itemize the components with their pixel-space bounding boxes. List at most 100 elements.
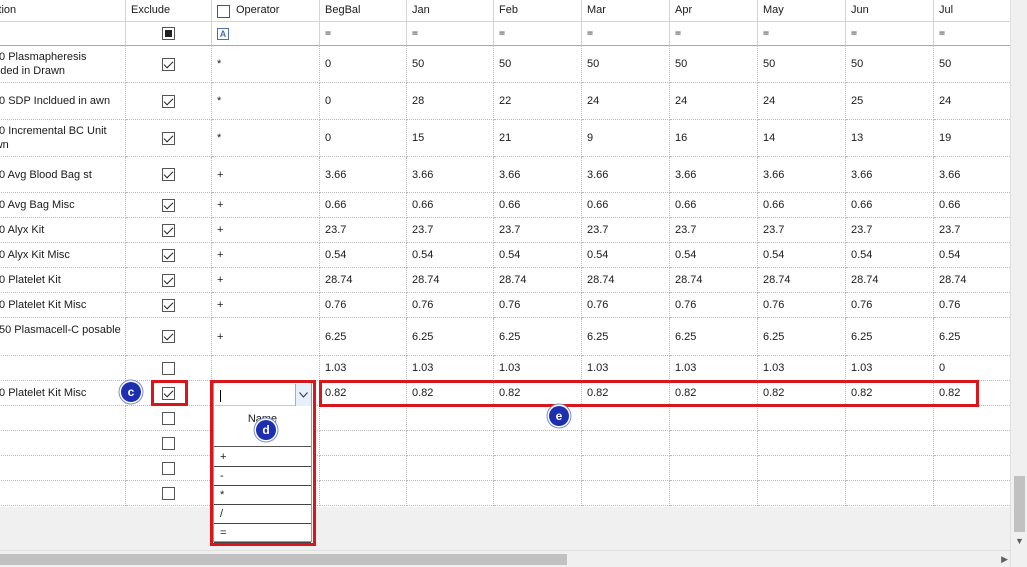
- table-row[interactable]: t 1.03 1.03 1.03 1.03 1.03 1.03 1.03 0: [0, 356, 1010, 381]
- equals-filter-icon[interactable]: =: [675, 28, 681, 39]
- operator-cell[interactable]: *: [212, 120, 320, 157]
- exclude-cell[interactable]: [126, 406, 212, 431]
- value-cell-apr[interactable]: 50: [670, 46, 758, 83]
- empty-cell[interactable]: [494, 406, 582, 431]
- filter-cell-jan[interactable]: =: [407, 22, 494, 46]
- value-cell-may[interactable]: 3.66: [758, 157, 846, 193]
- value-cell-jun[interactable]: 25: [846, 83, 934, 120]
- value-cell-feb[interactable]: 0.54: [494, 243, 582, 268]
- description-cell[interactable]: t: [0, 356, 126, 381]
- empty-cell[interactable]: [846, 481, 934, 506]
- exclude-cell[interactable]: [126, 356, 212, 381]
- empty-cell[interactable]: [934, 431, 1010, 456]
- table-row[interactable]: 0-350 SDP Incldued in awn * 0 28 22 24 24 24 25 2…: [0, 83, 1010, 120]
- value-cell-jan[interactable]: 23.7: [407, 218, 494, 243]
- value-cell-jun[interactable]: 3.66: [846, 157, 934, 193]
- equals-filter-icon[interactable]: =: [851, 28, 857, 39]
- value-cell-jan[interactable]: 3.66: [407, 157, 494, 193]
- column-header-jul[interactable]: Jul: [934, 0, 1010, 22]
- value-cell-apr[interactable]: 6.25: [670, 318, 758, 356]
- empty-cell[interactable]: [0, 481, 126, 506]
- table-row[interactable]: 0-350 Alyx Kit Misc +0.54 0.54 0.54 0.54 0.54…: [0, 243, 1010, 268]
- value-cell-apr[interactable]: 3.66: [670, 157, 758, 193]
- operator-cell[interactable]: +: [212, 318, 320, 356]
- exclude-checkbox[interactable]: [162, 57, 175, 71]
- value-cell-begbal[interactable]: 0.66: [320, 193, 407, 218]
- column-header-operator[interactable]: Operator: [212, 0, 320, 22]
- value-cell-feb[interactable]: 0.82: [494, 381, 582, 406]
- table-row[interactable]: 0-350 Platelet Kit +28.74 28.74 28.74 28.74 2…: [0, 268, 1010, 293]
- empty-cell[interactable]: [758, 481, 846, 506]
- scroll-down-arrow-icon[interactable]: ▼: [1015, 536, 1024, 546]
- value-cell-begbal[interactable]: 28.74: [320, 268, 407, 293]
- value-cell-mar[interactable]: 50: [582, 46, 670, 83]
- empty-cell[interactable]: [582, 481, 670, 506]
- value-cell-jan[interactable]: 0.54: [407, 243, 494, 268]
- value-cell-may[interactable]: 6.25: [758, 318, 846, 356]
- empty-cell[interactable]: [670, 431, 758, 456]
- column-header-description[interactable]: umption: [0, 0, 126, 22]
- description-cell[interactable]: 0-350 Platelet Kit: [0, 268, 126, 293]
- value-cell-may[interactable]: 50: [758, 46, 846, 83]
- operator-dropdown[interactable]: Name + - * / =: [213, 382, 312, 543]
- equals-filter-icon[interactable]: =: [412, 28, 418, 39]
- value-cell-apr[interactable]: 24: [670, 83, 758, 120]
- description-cell[interactable]: 0-350 Platelet Kit Misc: [0, 293, 126, 318]
- value-cell-jan[interactable]: 28.74: [407, 268, 494, 293]
- description-cell[interactable]: 0-350 SDP Incldued in awn: [0, 83, 126, 120]
- operator-cell[interactable]: +: [212, 243, 320, 268]
- value-cell-jul[interactable]: 19: [934, 120, 1010, 157]
- exclude-cell[interactable]: [126, 318, 212, 356]
- exclude-cell[interactable]: [126, 218, 212, 243]
- value-cell-may[interactable]: 23.7: [758, 218, 846, 243]
- value-cell-mar[interactable]: 6.25: [582, 318, 670, 356]
- dropdown-option[interactable]: =: [214, 524, 311, 543]
- column-header-exclude[interactable]: Exclude: [126, 0, 212, 22]
- filter-cell-description[interactable]: [0, 22, 126, 46]
- value-cell-mar[interactable]: 0.76: [582, 293, 670, 318]
- value-cell-mar[interactable]: 0.66: [582, 193, 670, 218]
- exclude-checkbox[interactable]: [162, 411, 175, 425]
- value-cell-mar[interactable]: 0.54: [582, 243, 670, 268]
- value-cell-jul[interactable]: 24: [934, 83, 1010, 120]
- column-header-may[interactable]: May: [758, 0, 846, 22]
- empty-cell[interactable]: [320, 481, 407, 506]
- operator-cell[interactable]: +: [212, 157, 320, 193]
- exclude-cell[interactable]: [126, 268, 212, 293]
- value-cell-jul[interactable]: 23.7: [934, 218, 1010, 243]
- exclude-checkbox[interactable]: [162, 330, 175, 343]
- empty-cell[interactable]: [846, 406, 934, 431]
- value-cell-feb[interactable]: 0.66: [494, 193, 582, 218]
- exclude-cell[interactable]: [126, 481, 212, 506]
- value-cell-jan[interactable]: 1.03: [407, 356, 494, 381]
- value-cell-apr[interactable]: 23.7: [670, 218, 758, 243]
- value-cell-begbal[interactable]: 3.66: [320, 157, 407, 193]
- exclude-cell[interactable]: [126, 120, 212, 157]
- value-cell-jul[interactable]: 28.74: [934, 268, 1010, 293]
- value-cell-feb[interactable]: 0.76: [494, 293, 582, 318]
- value-cell-mar[interactable]: 23.7: [582, 218, 670, 243]
- value-cell-begbal[interactable]: 1.03: [320, 356, 407, 381]
- exclude-checkbox[interactable]: [162, 223, 175, 237]
- value-cell-feb[interactable]: 28.74: [494, 268, 582, 293]
- value-cell-may[interactable]: 14: [758, 120, 846, 157]
- exclude-checkbox[interactable]: [162, 486, 175, 500]
- value-cell-jun[interactable]: 0.54: [846, 243, 934, 268]
- exclude-checkbox[interactable]: [162, 94, 175, 108]
- equals-filter-icon[interactable]: =: [499, 28, 505, 39]
- empty-cell[interactable]: [758, 431, 846, 456]
- exclude-cell[interactable]: [126, 83, 212, 120]
- value-cell-feb[interactable]: 21: [494, 120, 582, 157]
- value-cell-jul[interactable]: 6.25: [934, 318, 1010, 356]
- empty-table-row[interactable]: [0, 406, 1010, 431]
- vertical-scroll-thumb[interactable]: [1014, 476, 1025, 532]
- value-cell-begbal[interactable]: 0: [320, 46, 407, 83]
- exclude-checkbox[interactable]: [162, 436, 175, 450]
- value-cell-jun[interactable]: 13: [846, 120, 934, 157]
- value-cell-feb[interactable]: 23.7: [494, 218, 582, 243]
- column-header-begbal[interactable]: BegBal: [320, 0, 407, 22]
- value-cell-mar[interactable]: 3.66: [582, 157, 670, 193]
- value-cell-may[interactable]: 0.82: [758, 381, 846, 406]
- empty-cell[interactable]: [846, 431, 934, 456]
- filter-cell-exclude[interactable]: [126, 22, 212, 46]
